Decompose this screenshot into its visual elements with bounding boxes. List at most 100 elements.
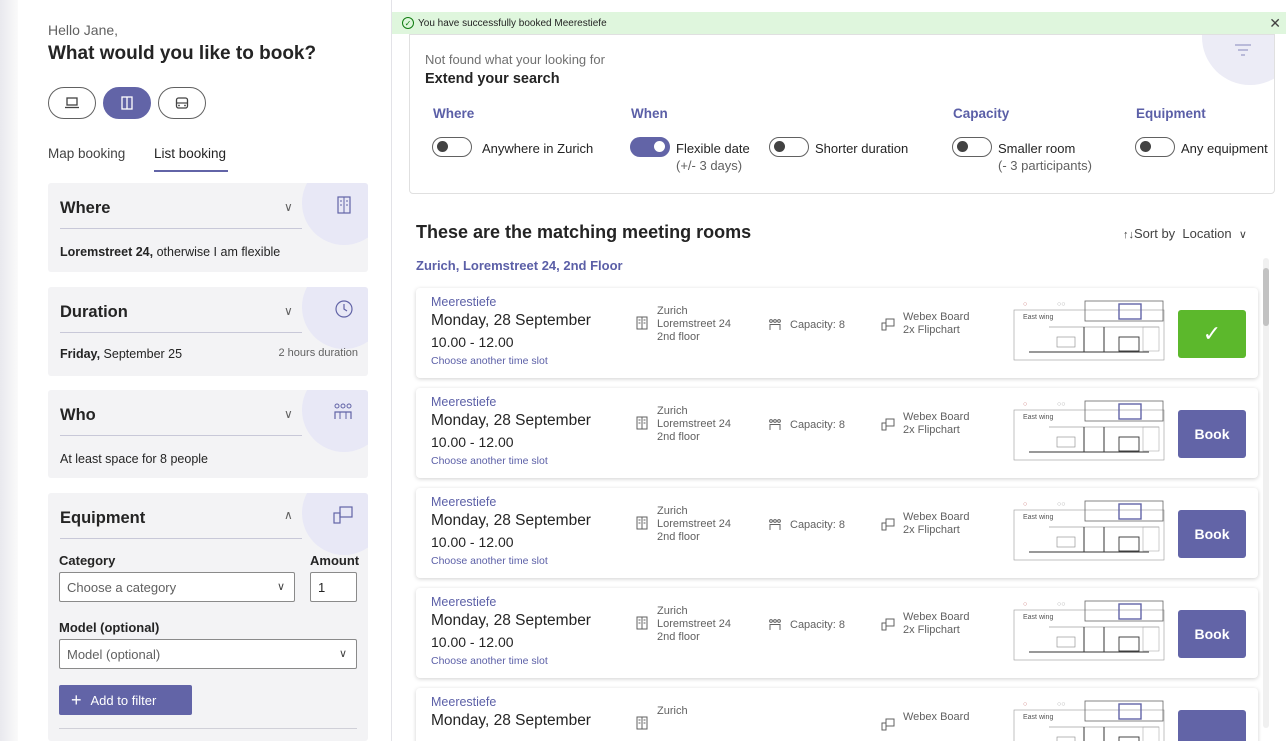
people-icon [334,403,352,419]
map-label: East wing [1023,314,1053,321]
chevron-down-icon[interactable]: ∨ [284,304,293,318]
svg-text:○○: ○○ [1057,301,1065,308]
map-label: East wing [1023,614,1053,621]
svg-text:○: ○ [1023,601,1027,608]
anywhere-toggle[interactable] [432,137,472,157]
booked-confirmation-button[interactable]: ✓ [1178,310,1246,358]
room-equipment: Webex Board [903,711,970,723]
choose-time-slot-link[interactable]: Choose another time slot [431,355,548,367]
room-name[interactable]: Meerestiefe [431,495,496,509]
room-equipment: Webex Board 2x Flipchart [903,511,970,536]
category-select[interactable]: Choose a category ∨ [59,572,295,602]
model-label: Model (optional) [59,620,160,635]
room-address: Zurich Loremstreet 24 2nd floor [657,605,731,643]
floor-plan-map: ○ ○○East wing [1009,697,1165,741]
tab-list-booking[interactable]: List booking [154,146,226,161]
any-equipment-toggle[interactable] [1135,137,1175,157]
scrollbar-track[interactable] [1263,258,1269,728]
card-divider [60,435,302,436]
chevron-up-icon[interactable]: ∧ [284,508,293,522]
add-to-filter-button[interactable]: + Add to filter [59,685,192,715]
room-time: 10.00 - 12.00 [431,434,514,450]
where-card[interactable]: Where ∨ Loremstreet 24, otherwise I am f… [48,183,368,272]
flexible-date-label: Flexible date (+/- 3 days) [676,141,750,173]
room-card[interactable]: Meerestiefe Monday, 28 September 10.00 - 1… [416,488,1258,578]
car-type-button[interactable] [158,87,206,119]
choose-time-slot-link[interactable]: Choose another time slot [431,455,548,467]
building-icon [636,716,648,730]
car-icon [175,96,189,109]
book-button[interactable] [1178,710,1246,741]
svg-text:○: ○ [1023,701,1027,708]
room-date: Monday, 28 September [431,412,591,429]
sort-control[interactable]: ↑↓Sort by Location ∨ [1123,226,1247,241]
anywhere-label: Anywhere in Zurich [482,141,594,156]
shorter-duration-toggle[interactable] [769,137,809,157]
booking-sidebar: Hello Jane, What would you like to book?… [18,0,392,741]
scrollbar-thumb[interactable] [1263,268,1269,326]
equipment-title: Equipment [60,509,146,527]
book-button[interactable]: Book [1178,510,1246,558]
board-icon [333,506,353,524]
room-name[interactable]: Meerestiefe [431,395,496,409]
tab-map-booking[interactable]: Map booking [48,146,125,161]
sort-value: Location [1182,226,1232,241]
extend-subtitle: Not found what your looking for [425,52,605,67]
booking-page: Hello Jane, What would you like to book?… [0,0,1286,741]
results-panel: ✓ You have successfully booked Meerestie… [392,0,1286,741]
chevron-down-icon[interactable]: ∨ [284,407,293,421]
filter-heading-where: Where [433,106,475,121]
amount-input[interactable]: 1 [310,572,357,602]
svg-text:○: ○ [1023,401,1027,408]
floor-plan-map: ○ ○○East wing [1009,597,1165,663]
duration-card[interactable]: Duration ∨ Friday, September 25 2 hours … [48,287,368,376]
book-button[interactable]: Book [1178,410,1246,458]
results-heading: These are the matching meeting rooms [416,222,752,242]
room-name[interactable]: Meerestiefe [431,695,496,709]
flexible-date-toggle[interactable] [630,137,670,157]
svg-text:○○: ○○ [1057,601,1065,608]
room-card[interactable]: Meerestiefe Monday, 28 September Zurich Web… [416,688,1258,741]
choose-time-slot-link[interactable]: Choose another time slot [431,655,548,667]
panel-decoration [1202,35,1274,85]
duration-title: Duration [60,303,128,321]
room-address: Zurich Loremstreet 24 2nd floor [657,505,731,543]
room-card[interactable]: Meerestiefe Monday, 28 September 10.00 - 1… [416,588,1258,678]
model-select[interactable]: Model (optional) ∨ [59,639,357,669]
floor-plan-map: ○ ○○East wing [1009,397,1165,463]
desk-type-button[interactable] [48,87,96,119]
room-equipment: Webex Board 2x Flipchart [903,611,970,636]
filter-icon[interactable] [1234,43,1252,57]
who-value: At least space for 8 people [60,452,209,466]
clock-icon [335,300,353,318]
close-icon[interactable]: ✕ [1269,15,1281,32]
room-time: 10.00 - 12.00 [431,534,514,550]
room-date: Monday, 28 September [431,312,591,329]
chevron-down-icon[interactable]: ∨ [284,200,293,214]
room-card[interactable]: Meerestiefe Monday, 28 September 10.00 - 1… [416,288,1258,378]
location-group-heading: Zurich, Loremstreet 24, 2nd Floor [416,258,623,273]
room-capacity: Capacity: 8 [790,519,846,531]
building-icon [636,416,648,430]
room-name[interactable]: Meerestiefe [431,295,496,309]
sort-label: Sort by [1134,226,1176,241]
who-title: Who [60,406,96,424]
chevron-down-icon: ∨ [338,648,347,660]
people-icon [769,319,781,330]
choose-time-slot-link[interactable]: Choose another time slot [431,555,548,567]
window-shadow [0,0,18,741]
book-button[interactable]: Book [1178,610,1246,658]
card-divider [59,728,357,729]
room-type-button[interactable] [103,87,151,119]
map-label: East wing [1023,514,1053,521]
who-card[interactable]: Who ∨ At least space for 8 people [48,390,368,478]
smaller-room-label: Smaller room (- 3 participants) [998,141,1092,173]
smaller-room-toggle[interactable] [952,137,992,157]
people-icon [769,519,781,530]
card-divider [60,228,302,229]
room-name[interactable]: Meerestiefe [431,595,496,609]
active-tab-indicator [154,170,228,172]
room-card[interactable]: Meerestiefe Monday, 28 September 10.00 - 1… [416,388,1258,478]
greeting: Hello Jane, [48,22,119,38]
plus-icon: + [71,690,82,710]
